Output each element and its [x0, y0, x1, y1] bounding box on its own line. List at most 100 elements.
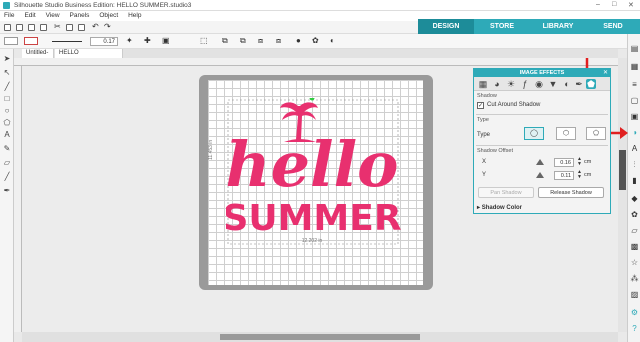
transform-icon[interactable]: ✚	[144, 36, 151, 45]
fill-panel-icon[interactable]: ≡	[630, 80, 639, 89]
cut-icon[interactable]: ✂	[54, 22, 61, 31]
save-icon[interactable]	[28, 24, 35, 31]
menu-view[interactable]: View	[46, 11, 60, 19]
line-style-icon[interactable]	[52, 41, 82, 42]
draw-tool-icon[interactable]: ✎	[3, 145, 11, 153]
type-label: Type	[477, 132, 491, 138]
tab-send[interactable]: SEND	[586, 19, 640, 34]
weld-icon[interactable]: ✿	[312, 36, 319, 45]
minimize-icon[interactable]: –	[596, 1, 600, 8]
menu-help[interactable]: Help	[128, 11, 141, 19]
select-tool-icon[interactable]: ➤	[3, 55, 11, 63]
cut-around-checkbox[interactable]: ✓	[477, 102, 484, 109]
replicate-panel-icon[interactable]: ▮	[630, 176, 639, 185]
shadow-color-label: Shadow Color	[481, 205, 523, 211]
modify-panel-icon[interactable]: ✿	[630, 210, 639, 219]
menu-panels[interactable]: Panels	[70, 11, 90, 19]
tab-design[interactable]: DESIGN	[418, 19, 474, 34]
eraser-tool-icon[interactable]: ▱	[3, 159, 11, 167]
print-icon[interactable]	[40, 24, 47, 31]
tab-store[interactable]: STORE	[474, 19, 530, 34]
page-setup-icon[interactable]: ▤	[630, 44, 639, 53]
saturation-icon[interactable]: ◉	[534, 79, 544, 89]
open-file-icon[interactable]	[16, 24, 23, 31]
rhinestone-panel-icon[interactable]: ⁂	[630, 274, 639, 283]
text-tool-icon[interactable]: A	[3, 131, 11, 139]
x-stepper[interactable]: ▲ ▼	[577, 157, 582, 167]
group-icon[interactable]: ⧉	[222, 36, 228, 46]
function-icon[interactable]: ƒ	[520, 79, 530, 89]
y-stepper[interactable]: ▲ ▼	[577, 170, 582, 180]
adjust-color-icon[interactable]: ▦	[478, 79, 488, 89]
color-fill-icon[interactable]: ◐	[562, 79, 572, 89]
ungroup-icon[interactable]: ⧉	[240, 36, 246, 46]
fill-color-swatch[interactable]	[4, 37, 18, 45]
design-artwork[interactable]: hello SUMMER 12.202 in	[226, 98, 401, 248]
send-panel-icon[interactable]: ▦	[630, 62, 639, 71]
doc-tab-hello-summer[interactable]: HELLO SUMMER.stu...	[55, 49, 123, 65]
x-offset-input[interactable]: 0.16	[554, 158, 574, 167]
line-panel-icon[interactable]: ▢	[630, 96, 639, 105]
ellipse-tool-icon[interactable]: ○	[3, 107, 11, 115]
replicate-icon[interactable]: ●	[296, 36, 301, 45]
flip-icon[interactable]: ◐	[330, 36, 335, 45]
shadow-type-offset[interactable]: ◯	[524, 127, 544, 140]
edit-points-icon[interactable]: ✦	[126, 36, 133, 45]
close-icon[interactable]: ✕	[628, 1, 634, 9]
paste-icon[interactable]	[78, 24, 85, 31]
filter-icon[interactable]: ▼	[548, 79, 558, 89]
left-toolbar: ➤ ↖ ╱ □ ○ ⬠ A ✎ ▱ ╱ ✒	[0, 49, 14, 342]
pixscan-icon[interactable]: ▣	[630, 112, 639, 121]
shadow-color-toggle[interactable]: ▸ Shadow Color	[477, 204, 522, 211]
help-icon[interactable]: ?	[630, 324, 639, 333]
compound-path-icon[interactable]: ⧈	[258, 36, 263, 46]
image-effects-icon[interactable]: ◑	[630, 128, 639, 137]
trace-panel-icon[interactable]: ▩	[630, 242, 639, 251]
panel-close-icon[interactable]: ✕	[603, 69, 608, 77]
release-shadow-button[interactable]: Release Shadow	[538, 187, 604, 198]
y-slider-icon[interactable]	[536, 172, 544, 178]
x-label: X	[482, 159, 487, 165]
brightness-icon[interactable]: ☀	[506, 79, 516, 89]
tab-library[interactable]: LIBRARY	[530, 19, 586, 34]
shadow-type-3d[interactable]: ⬠	[586, 127, 606, 140]
settings-icon[interactable]: ⚙	[630, 308, 639, 317]
vertical-scroll-thumb[interactable]	[619, 150, 626, 190]
offset-panel-icon[interactable]: ▱	[630, 226, 639, 235]
y-offset-input[interactable]: 0.11	[554, 171, 574, 180]
palette-icon[interactable]: ◕	[492, 79, 502, 89]
vertical-scrollbar[interactable]	[618, 58, 627, 332]
shadow-type-perspective[interactable]: ⬡	[556, 127, 576, 140]
knife-tool-icon[interactable]: ╱	[3, 173, 11, 181]
new-file-icon[interactable]	[4, 24, 11, 31]
x-slider-icon[interactable]	[536, 159, 544, 165]
horizontal-scroll-thumb[interactable]	[220, 334, 420, 340]
pan-shadow-button[interactable]: Pan Shadow	[478, 187, 534, 198]
select-all-icon[interactable]: ⬚	[200, 36, 208, 45]
nesting-panel-icon[interactable]: ▨	[630, 290, 639, 299]
eyedropper-tool-icon[interactable]: ✒	[3, 187, 11, 195]
polygon-tool-icon[interactable]: ⬠	[3, 119, 11, 127]
copy-icon[interactable]	[66, 24, 73, 31]
menu-object[interactable]: Object	[99, 11, 118, 19]
y-label: Y	[482, 172, 487, 178]
line-tool-icon[interactable]: ╱	[3, 83, 11, 91]
release-compound-icon[interactable]: ⧈	[276, 36, 281, 46]
sketch-panel-icon[interactable]: ☆	[630, 258, 639, 267]
shadow-effect-icon[interactable]: ⬟	[586, 79, 596, 89]
align-panel-icon[interactable]: ⫶	[630, 160, 639, 169]
rectangle-tool-icon[interactable]: □	[3, 95, 11, 103]
text-style-icon[interactable]: A	[630, 144, 639, 153]
undo-icon[interactable]: ↶	[92, 22, 99, 31]
line-color-swatch[interactable]	[24, 37, 38, 45]
point-edit-tool-icon[interactable]: ↖	[3, 69, 11, 77]
doc-tab-untitled[interactable]: Untitled-1	[22, 49, 54, 65]
transform-panel-icon[interactable]: ◆	[630, 194, 639, 203]
redo-icon[interactable]: ↷	[104, 22, 111, 31]
menu-edit[interactable]: Edit	[24, 11, 35, 19]
line-width-input[interactable]: 0.17	[90, 37, 118, 46]
maximize-icon[interactable]: □	[612, 1, 616, 8]
menu-file[interactable]: File	[4, 11, 14, 19]
duplicate-icon[interactable]: ▣	[162, 36, 170, 45]
dropper-icon[interactable]: ✒	[574, 79, 584, 89]
